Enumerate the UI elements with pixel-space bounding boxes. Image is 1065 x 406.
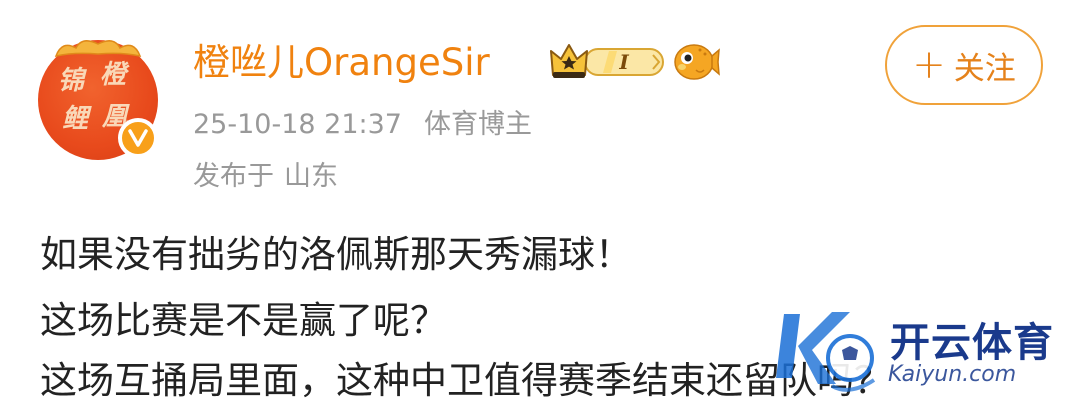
post-location: 发布于 山东 <box>193 157 338 197</box>
pufferfish-icon <box>674 44 720 80</box>
follow-button-label: 关注 <box>953 50 1016 87</box>
crown-level-badge-icon: I <box>550 44 664 78</box>
plus-icon: + <box>912 42 946 88</box>
post-text-line: 如果没有拙劣的洛佩斯那天秀漏球！ <box>40 233 632 276</box>
avatar[interactable]: 橙 锦 鲤 凰 <box>38 40 158 160</box>
timestamp: 25-10-18 21:37 <box>193 109 402 140</box>
username[interactable]: 橙咝儿OrangeSir <box>193 38 490 88</box>
cloud-ornament-icon <box>54 40 142 58</box>
avatar-char: 鲤 <box>62 104 89 134</box>
avatar-char: 橙 <box>100 60 127 90</box>
verified-v-icon <box>118 118 158 158</box>
watermark-domain: Kaiyun.com <box>888 362 1017 387</box>
post-text-line: 这场比赛是不是赢了呢？ <box>40 299 447 342</box>
follow-button[interactable]: + 关注 <box>885 25 1043 105</box>
watermark-brand: 开云体育 <box>890 320 1054 366</box>
level-badge-text: I <box>618 50 629 74</box>
posted-from-label: 发布于 <box>193 161 274 192</box>
location: 山东 <box>284 161 338 192</box>
post-meta: 25-10-18 21:37 体育博主 <box>193 105 532 145</box>
avatar-char: 锦 <box>58 66 85 96</box>
author-role: 体育博主 <box>423 109 532 140</box>
post-text-line: 这场互捅局里面，这种中卫值得赛季结束还留队吗？ <box>40 359 891 402</box>
